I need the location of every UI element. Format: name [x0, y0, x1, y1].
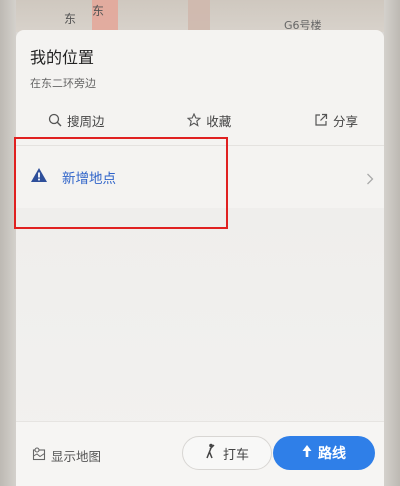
map-road — [188, 0, 210, 32]
page-title: 我的位置 — [30, 48, 95, 67]
show-map-label: 显示地图 — [51, 449, 102, 464]
screen-edge-right — [384, 0, 400, 486]
location-header: 我的位置 在东二环旁边 — [30, 44, 96, 91]
map-label: 东 — [92, 4, 105, 18]
route-label: 路线 — [318, 446, 346, 462]
star-icon — [187, 113, 202, 127]
arrow-up-icon — [302, 444, 312, 462]
action-row: 搜周边 收藏 分享 — [16, 106, 384, 134]
search-icon — [48, 113, 62, 127]
taxi-label: 打车 — [222, 447, 249, 463]
location-card: 我的位置 在东二环旁边 搜周边 收藏 分享 新增地点 显示地图 打车 路线 — [16, 30, 384, 486]
content-panel — [16, 208, 384, 448]
share-icon — [314, 113, 328, 127]
bottom-bar: 显示地图 打车 路线 — [16, 421, 384, 486]
favorite-label: 收藏 — [206, 113, 232, 129]
route-button[interactable]: 路线 — [273, 436, 375, 470]
highlight-box — [14, 137, 228, 229]
chevron-right-icon — [366, 170, 374, 189]
share-label: 分享 — [332, 113, 358, 129]
map-preview[interactable]: 东 东 G6号楼 — [0, 0, 400, 32]
map-icon — [32, 447, 46, 464]
search-nearby-button[interactable]: 搜周边 — [48, 111, 105, 130]
share-button[interactable]: 分享 — [314, 111, 358, 130]
search-nearby-label: 搜周边 — [67, 113, 105, 129]
show-map-button[interactable]: 显示地图 — [32, 446, 101, 465]
taxi-button[interactable]: 打车 — [182, 436, 272, 470]
screen-edge-left — [0, 0, 16, 486]
hail-taxi-icon — [205, 443, 217, 463]
location-subtitle: 在东二环旁边 — [30, 77, 96, 90]
map-label: 东 — [64, 12, 77, 26]
favorite-button[interactable]: 收藏 — [187, 111, 231, 130]
